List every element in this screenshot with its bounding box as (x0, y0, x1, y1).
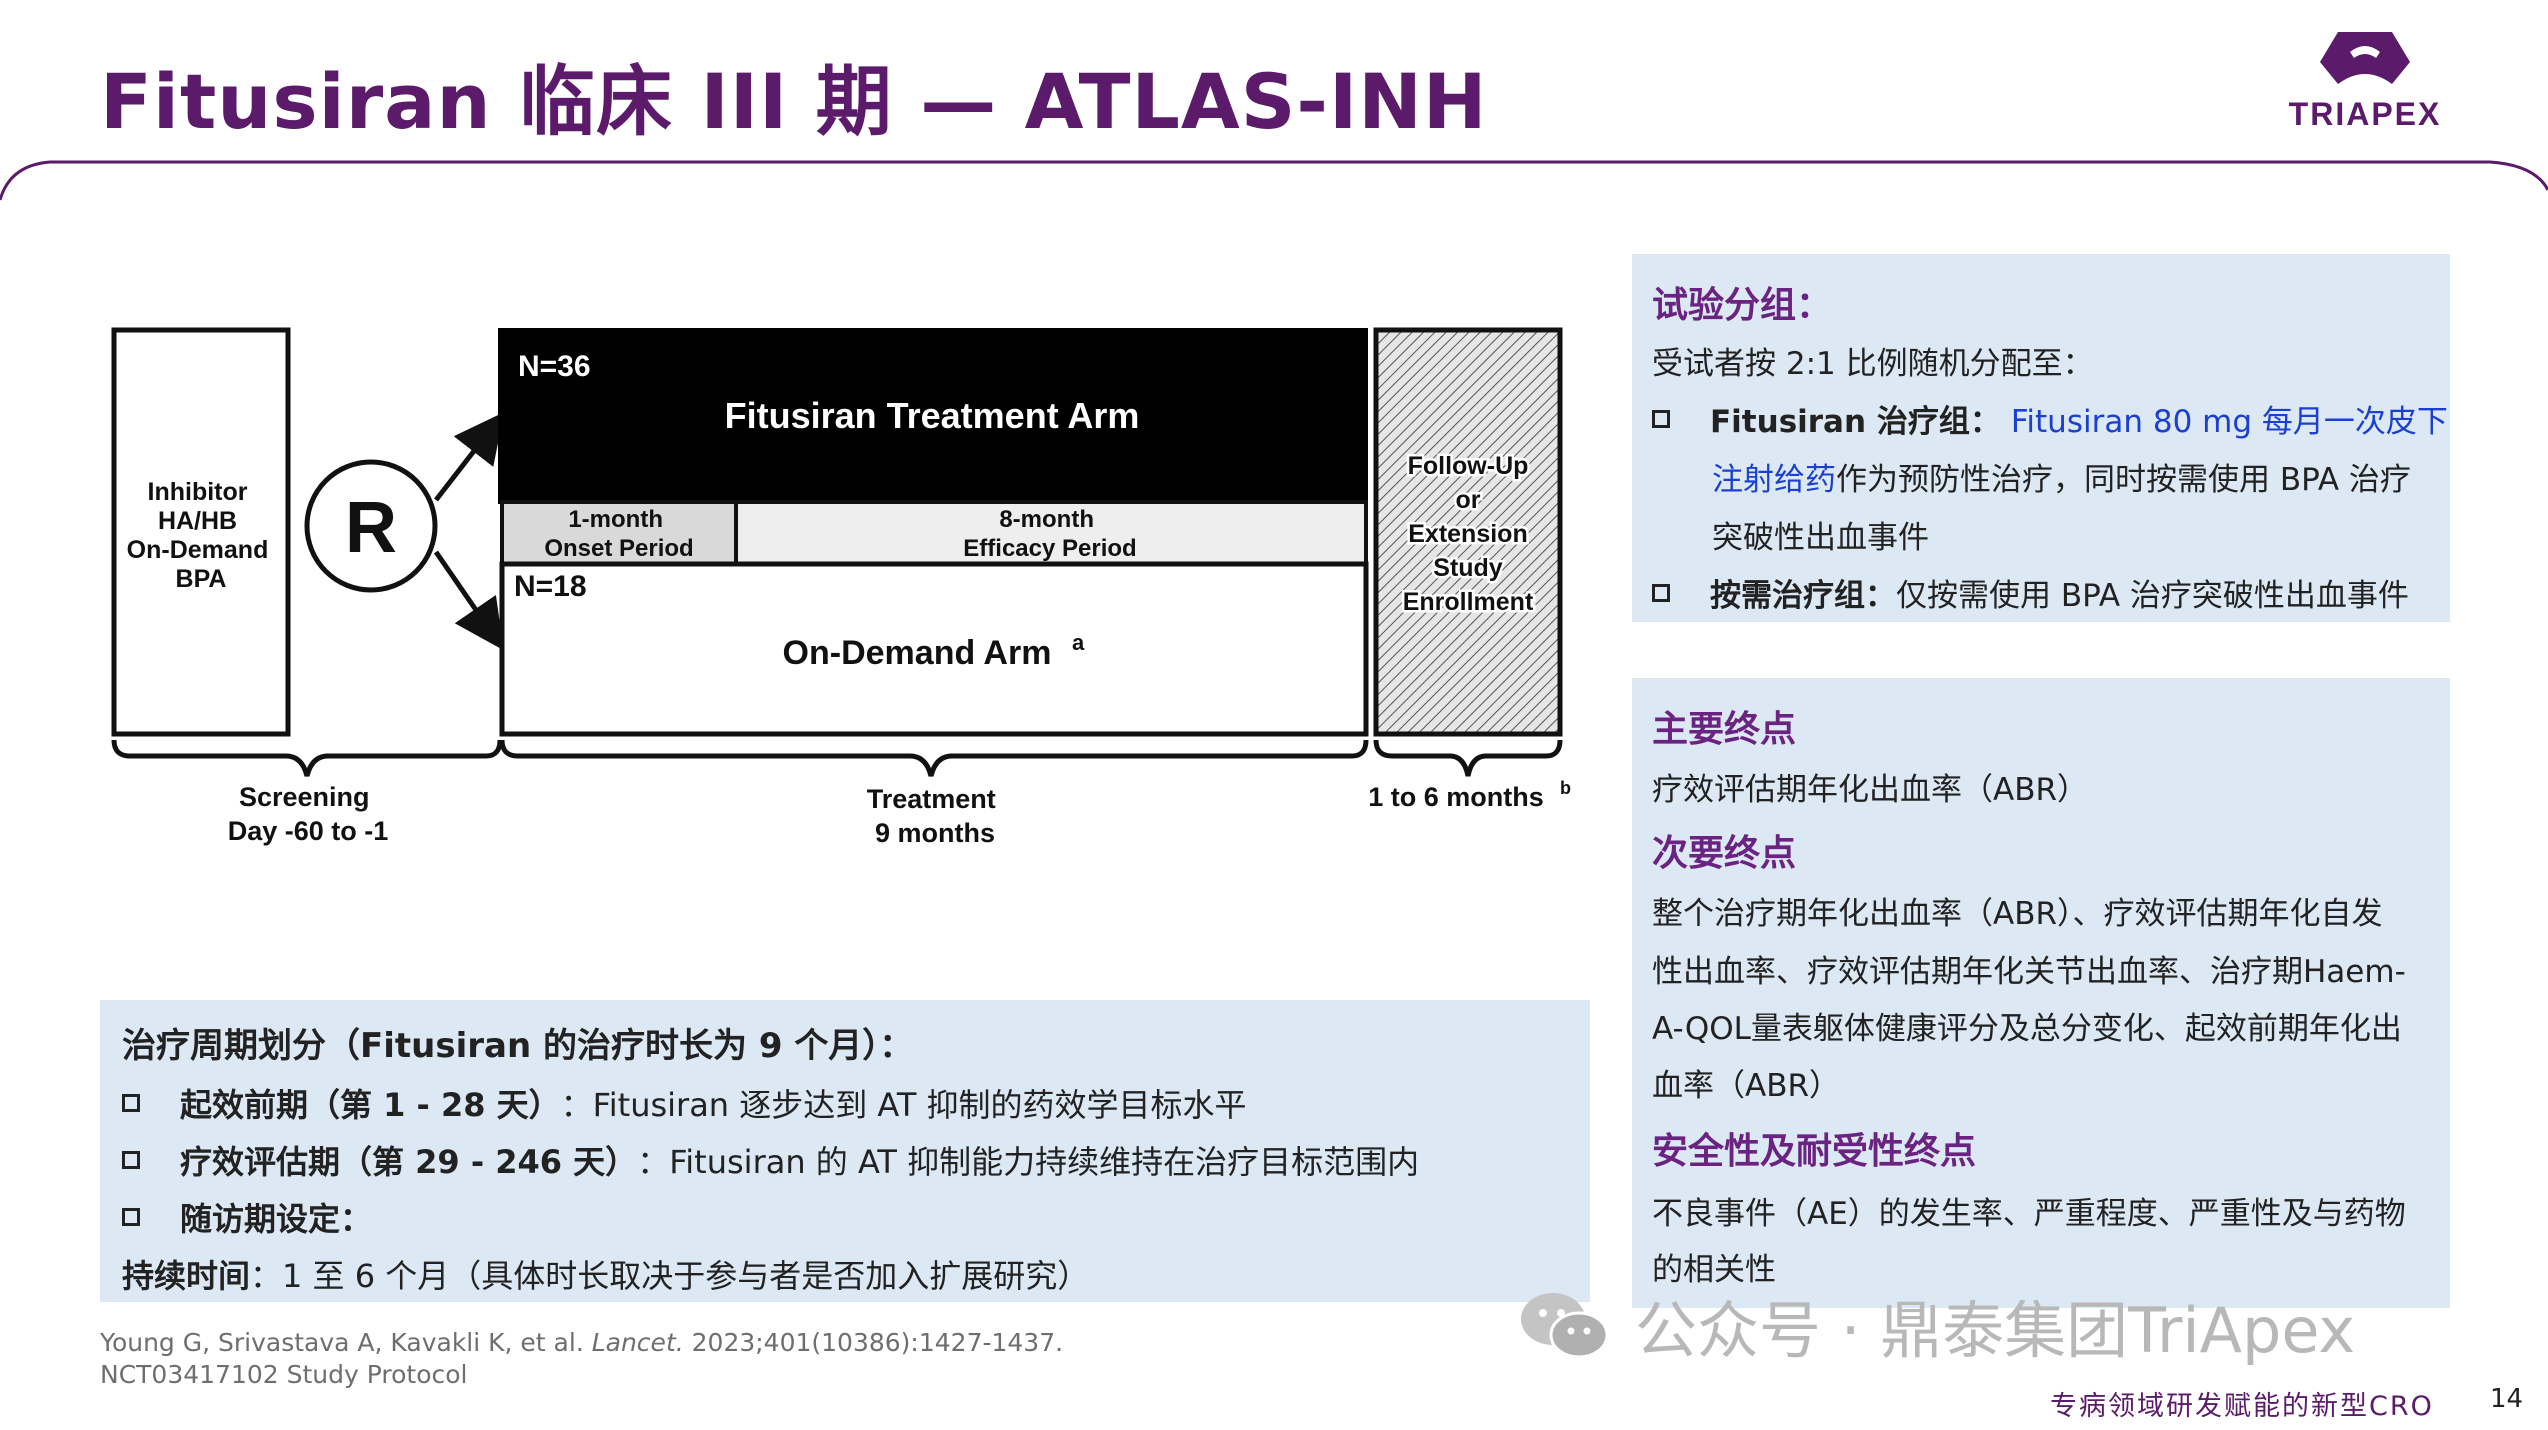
followup-line-2: or (1456, 486, 1481, 514)
treatment-arm-label: Fitusiran Treatment Arm (725, 395, 1140, 436)
checkbox-bullet-icon (122, 1151, 140, 1169)
inhibitor-line-3: On-Demand (127, 536, 269, 564)
page-number: 14 (2490, 1384, 2523, 1414)
grouping-heading: 试验分组： (1652, 276, 1832, 328)
grouping-item1-line3: 突破性出血事件 (1712, 512, 1929, 557)
reference-1: Young G, Srivastava A, Kavakli K, et al.… (100, 1328, 1063, 1357)
grouping-box: 试验分组： 受试者按 2:1 比例随机分配至： Fitusiran 治疗组： F… (1632, 254, 2450, 622)
period-item-followup: 随访期设定： (122, 1194, 372, 1240)
period-item-onset: 起效前期（第 1 - 28 天） ： Fitusiran 逐步达到 AT 抑制的… (122, 1080, 1247, 1126)
grouping-item1-blue: Fitusiran 80 mg 每月一次皮下 (2011, 396, 2448, 441)
endpoints-box: 主要终点 疗效评估期年化出血率（ABR） 次要终点 整个治疗期年化出血率（ABR… (1632, 678, 2450, 1308)
grouping-item1-line2-blue: 注射给药 (1712, 462, 1836, 498)
inhibitor-line-1: Inhibitor (148, 478, 248, 506)
svg-text:Treatment 9 months: Treatment 9 months (867, 784, 1004, 848)
secondary-endpoint-line-3: A-QOL量表躯体健康评分及总分变化、起效前期年化出 (1652, 1003, 2402, 1048)
checkbox-bullet-icon (1652, 410, 1670, 428)
reference-1-journal: Lancet. (592, 1328, 684, 1357)
onset-line-1: 1-month (568, 506, 663, 533)
period-item-text: Fitusiran 逐步达到 AT 抑制的药效学目标水平 (593, 1080, 1247, 1126)
secondary-endpoint-line-4: 血率（ABR） (1652, 1060, 1840, 1105)
checkbox-bullet-icon (122, 1094, 140, 1112)
followup-brace (1376, 740, 1560, 776)
treatment-duration: 9 months (875, 818, 995, 848)
reference-1-citation: 2023;401(10386):1427-1437. (684, 1328, 1063, 1357)
followup-line-1: Follow-Up (1408, 452, 1529, 480)
period-item-bold: 起效前期（第 1 - 28 天） (180, 1080, 561, 1126)
period-item-bold: 随访期设定： (180, 1194, 372, 1240)
inhibitor-line-4: BPA (176, 565, 227, 593)
ondemand-arm-n: N=18 (514, 570, 587, 603)
followup-line-3: Extension (1408, 520, 1527, 548)
secondary-endpoint-line-2: 性出血率、疗效评估期年化关节出血率、治疗期Haem- (1652, 946, 2406, 991)
period-item-bold: 疗效评估期（第 29 - 246 天） (180, 1137, 637, 1183)
arrow-to-treatment (436, 420, 498, 500)
onset-line-2: Onset Period (544, 535, 693, 562)
efficacy-line-1: 8-month (999, 506, 1094, 533)
grouping-item1-line2-text: 作为预防性治疗，同时按需使用 BPA 治疗 (1836, 462, 2411, 498)
treatment-label: Treatment (867, 784, 996, 814)
safety-endpoint-line-1: 不良事件（AE）的发生率、严重程度、严重性及与药物 (1652, 1188, 2406, 1233)
triapex-logo: TRIAPEX (2280, 28, 2450, 138)
logo-text: TRIAPEX (2280, 96, 2450, 133)
screening-brace (114, 740, 500, 776)
wechat-icon (1515, 1285, 1615, 1365)
primary-endpoint-heading: 主要终点 (1652, 700, 1796, 752)
arrow-to-ondemand (436, 552, 498, 642)
watermark-text: 公众号 · 鼎泰集团TriApex (1635, 1280, 2355, 1370)
checkbox-bullet-icon (1652, 584, 1670, 602)
checkbox-bullet-icon (122, 1208, 140, 1226)
treatment-arm-n: N=36 (518, 350, 591, 383)
followup-line-5: Enrollment (1403, 588, 1534, 616)
grouping-item-fitusiran: Fitusiran 治疗组： Fitusiran 80 mg 每月一次皮下 (1652, 396, 2448, 441)
screening-label: Screening (239, 782, 370, 812)
treatment-period-box: 治疗周期划分（Fitusiran 的治疗时长为 9 个月）： 起效前期（第 1 … (100, 1000, 1590, 1302)
grouping-item1-bold: Fitusiran 治疗组： (1710, 396, 2001, 441)
period-duration: 持续时间 ：1 至 6 个月（具体时长取决于参与者是否加入扩展研究） (122, 1251, 1089, 1297)
period-heading: 治疗周期划分（Fitusiran 的治疗时长为 9 个月）： (122, 1018, 913, 1067)
svg-text:Screening Day -60 to -1: Screening Day -60 to -1 (228, 782, 389, 846)
grouping-item2-bold: 按需治疗组： (1710, 570, 1896, 615)
efficacy-line-2: Efficacy Period (963, 535, 1136, 562)
period-item-efficacy: 疗效评估期（第 29 - 246 天） ： Fitusiran 的 AT 抑制能… (122, 1137, 1419, 1183)
study-design-diagram: Inhibitor HA/HB On-Demand BPA R N=36 Fit… (100, 320, 1580, 860)
duration-text: ：1 至 6 个月（具体时长取决于参与者是否加入扩展研究） (250, 1251, 1089, 1297)
safety-endpoint-heading: 安全性及耐受性终点 (1652, 1122, 1976, 1174)
grouping-intro: 受试者按 2:1 比例随机分配至： (1652, 338, 2094, 383)
reference-2: NCT03417102 Study Protocol (100, 1360, 468, 1389)
period-item-sep: ： (561, 1080, 593, 1126)
secondary-endpoint-heading: 次要终点 (1652, 824, 1796, 876)
followup-duration-sup: b (1560, 778, 1571, 798)
ondemand-arm-label: On-Demand Arm (783, 634, 1052, 672)
followup-line-4: Study (1433, 554, 1503, 582)
screening-days: Day -60 to -1 (228, 816, 389, 846)
inhibitor-line-2: HA/HB (158, 507, 237, 535)
secondary-endpoint-line-1: 整个治疗期年化出血率（ABR）、疗效评估期年化自发 (1652, 888, 2383, 933)
randomization-label: R (345, 488, 397, 568)
followup-duration: 1 to 6 months (1368, 782, 1544, 812)
wechat-watermark: 公众号 · 鼎泰集团TriApex (1515, 1280, 2355, 1370)
logo-mark-icon (2280, 28, 2450, 98)
duration-label: 持续时间 (122, 1251, 250, 1297)
reference-1-authors: Young G, Srivastava A, Kavakli K, et al. (100, 1328, 592, 1357)
grouping-item1-line2: 注射给药作为预防性治疗，同时按需使用 BPA 治疗 (1712, 454, 2411, 499)
ondemand-arm-sup: a (1072, 630, 1085, 655)
page-title: Fitusiran 临床 III 期 — ATLAS-INH (100, 40, 1487, 150)
period-item-sep: ： (637, 1137, 669, 1183)
primary-endpoint-text: 疗效评估期年化出血率（ABR） (1652, 764, 2088, 809)
treatment-brace (502, 740, 1366, 776)
grouping-item2-text: 仅按需使用 BPA 治疗突破性出血事件 (1896, 570, 2409, 615)
footer-slogan: 专病领域研发赋能的新型CRO (2050, 1384, 2434, 1423)
period-item-text: Fitusiran 的 AT 抑制能力持续维持在治疗目标范围内 (669, 1137, 1419, 1183)
grouping-item-ondemand: 按需治疗组： 仅按需使用 BPA 治疗突破性出血事件 (1652, 570, 2409, 615)
